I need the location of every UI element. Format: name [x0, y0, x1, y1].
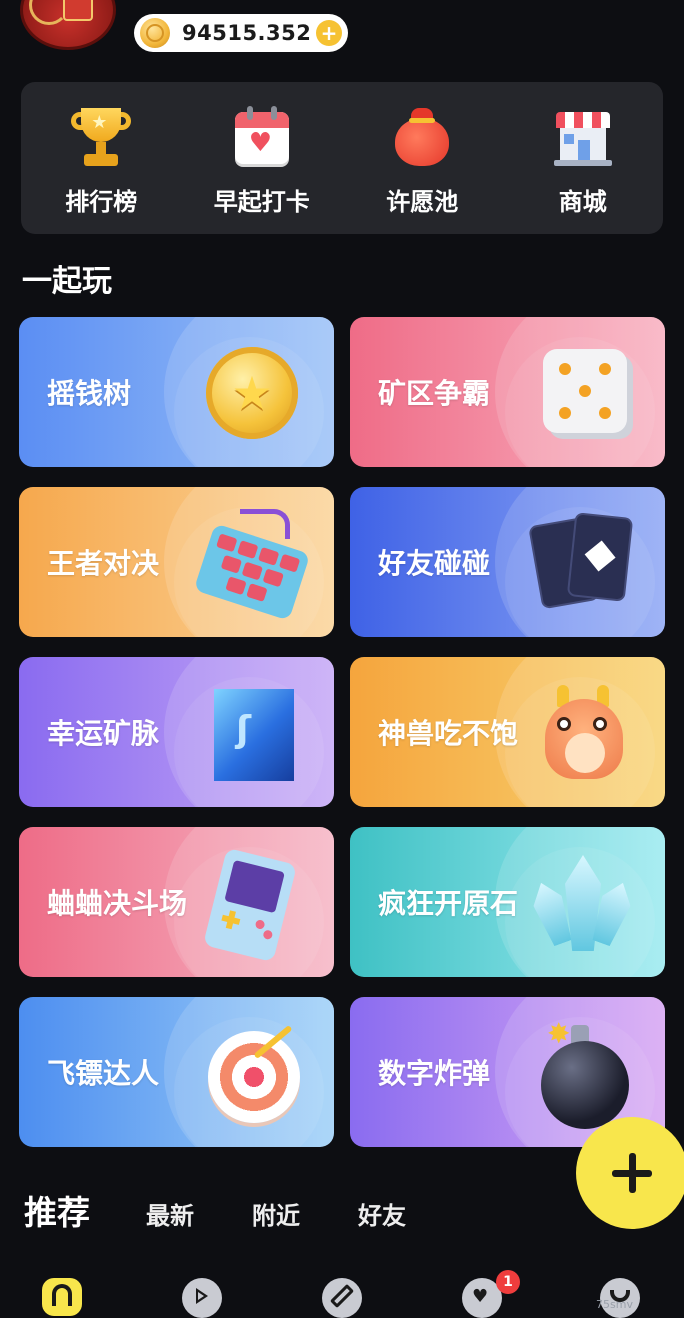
game-card-dart-master[interactable]: 飞镖达人 [19, 997, 334, 1147]
quick-action-label: 早起打卡 [213, 188, 310, 216]
trophy-icon: ★ [68, 104, 134, 168]
lucky-bag-icon [389, 104, 455, 168]
feed-tabs: 推荐 最新 附近 好友 [24, 1186, 464, 1234]
game-card-crazy-ore[interactable]: 疯狂开原石 [350, 827, 665, 977]
gold-coin-icon: ★ [200, 341, 304, 445]
tab-latest[interactable]: 最新 [146, 1196, 194, 1231]
quick-action-checkin[interactable]: ♥ 早起打卡 [182, 82, 343, 234]
tab-nearby[interactable]: 附近 [252, 1196, 300, 1231]
crystal-icon [531, 851, 635, 955]
tab-recommended[interactable]: 推荐 [24, 1186, 90, 1234]
game-card-friend-bump[interactable]: 好友碰碰 [350, 487, 665, 637]
game-card-label: 飞镖达人 [47, 1057, 160, 1090]
game-card-lucky-vein[interactable]: 幸运矿脉 ʃ [19, 657, 334, 807]
game-card-label: 神兽吃不饱 [378, 717, 519, 750]
section-title: 一起玩 [22, 264, 112, 299]
avatar[interactable] [20, 0, 116, 50]
game-card-label: 摇钱树 [47, 377, 132, 410]
tab-friends[interactable]: 好友 [358, 1196, 406, 1231]
game-card-money-tree[interactable]: 摇钱树 ★ [19, 317, 334, 467]
bomb-icon: ✸ [531, 1017, 635, 1129]
game-card-label: 好友碰碰 [378, 547, 491, 580]
quick-action-wishing-pool[interactable]: 许愿池 [342, 82, 503, 234]
bottom-nav: ♥ 1 [0, 1270, 684, 1318]
game-card-label: 疯狂开原石 [378, 887, 519, 920]
game-card-cricket-arena[interactable]: 蛐蛐决斗场 [19, 827, 334, 977]
gem-icon: ʃ [200, 681, 304, 785]
game-card-label: 王者对决 [47, 547, 160, 580]
quick-action-shop[interactable]: 商城 [503, 82, 664, 234]
game-card-label: 数字炸弹 [378, 1057, 491, 1090]
dice-icon [531, 341, 635, 445]
dragon-icon [531, 681, 635, 785]
seal-icon [63, 0, 93, 21]
game-card-mine-battle[interactable]: 矿区争霸 [350, 317, 665, 467]
target-icon [200, 1021, 304, 1125]
quick-actions-bar: ★ 排行榜 ♥ 早起打卡 许愿池 商城 [21, 82, 663, 234]
gameboy-icon [200, 847, 304, 963]
cards-icon [528, 511, 635, 615]
nav-play[interactable] [180, 1274, 224, 1318]
coin-balance: 94515.352 [182, 21, 312, 45]
game-card-label: 幸运矿脉 [47, 717, 160, 750]
nav-home[interactable] [40, 1274, 84, 1318]
nav-discover[interactable] [320, 1274, 364, 1318]
quick-action-label: 商城 [558, 188, 607, 216]
game-card-label: 蛐蛐决斗场 [47, 887, 188, 920]
nav-messages[interactable]: ♥ 1 [460, 1270, 520, 1318]
quick-action-leaderboard[interactable]: ★ 排行榜 [21, 82, 182, 234]
create-button[interactable] [576, 1117, 684, 1229]
coin-balance-pill[interactable]: 94515.352 + [134, 14, 348, 52]
game-card-king-duel[interactable]: 王者对决 [19, 487, 334, 637]
keyboard-icon [193, 509, 311, 621]
watermark: 75smv [596, 1298, 633, 1311]
game-card-hungry-beast[interactable]: 神兽吃不饱 [350, 657, 665, 807]
quick-action-label: 排行榜 [65, 188, 138, 216]
calendar-icon: ♥ [229, 104, 295, 168]
nav-profile[interactable] [598, 1274, 642, 1318]
game-card-label: 矿区争霸 [378, 377, 491, 410]
add-coins-icon[interactable]: + [316, 20, 342, 46]
message-badge: 1 [496, 1270, 520, 1294]
shop-icon [550, 104, 616, 168]
coin-icon [140, 18, 170, 48]
quick-action-label: 许愿池 [386, 188, 459, 216]
